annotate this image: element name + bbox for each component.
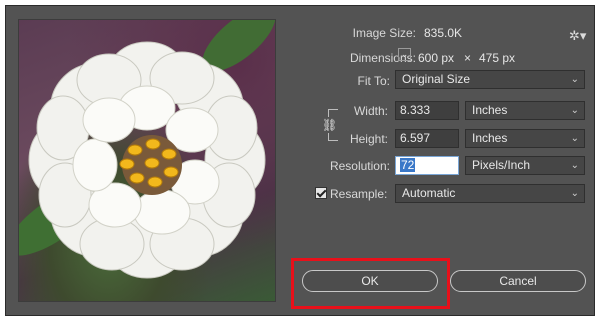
flower-image bbox=[28, 41, 266, 279]
height-value: 6.597 bbox=[400, 131, 431, 145]
resample-label: Resample: bbox=[330, 187, 388, 201]
link-icon[interactable]: ⛓ bbox=[322, 117, 337, 133]
fit-to-value: Original Size bbox=[402, 72, 471, 86]
image-size-label: Image Size: bbox=[352, 26, 416, 40]
width-unit-select[interactable]: Inches ⌄ bbox=[465, 101, 585, 120]
height-unit-select[interactable]: Inches ⌄ bbox=[465, 129, 585, 148]
fit-to-label: Fit To: bbox=[357, 74, 390, 88]
dimensions-times: × bbox=[464, 51, 472, 65]
resample-checkbox[interactable] bbox=[315, 187, 327, 199]
fit-to-select[interactable]: Original Size ⌄ bbox=[395, 70, 585, 89]
chevron-down-icon: ⌄ bbox=[570, 188, 579, 199]
resolution-label: Resolution: bbox=[329, 159, 390, 173]
width-input[interactable]: 8.333 bbox=[395, 101, 459, 120]
image-size-value: 835.0K bbox=[424, 26, 463, 40]
width-value: 8.333 bbox=[400, 103, 431, 117]
resolution-unit-select[interactable]: Pixels/Inch ⌄ bbox=[465, 156, 585, 175]
image-preview[interactable] bbox=[18, 19, 276, 302]
height-label: Height: bbox=[349, 132, 388, 146]
width-label: Width: bbox=[353, 104, 388, 118]
resolution-value: 72 bbox=[400, 158, 416, 172]
dimensions-width: 600 px bbox=[418, 51, 455, 65]
resample-select[interactable]: Automatic ⌄ bbox=[395, 184, 585, 203]
chevron-down-icon: ⌄ bbox=[570, 133, 579, 144]
image-size-dialog: ✲▾ Image Size: 835.0K Dimensions: ⌄ 600 … bbox=[5, 5, 595, 316]
dimensions-height: 475 px bbox=[479, 51, 516, 65]
chevron-down-icon[interactable]: ⌄ bbox=[398, 48, 411, 61]
height-unit-value: Inches bbox=[472, 131, 508, 145]
chevron-down-icon: ⌄ bbox=[570, 160, 579, 171]
cancel-button[interactable]: Cancel bbox=[450, 270, 586, 292]
resolution-input[interactable]: 72 bbox=[395, 156, 459, 175]
chevron-down-icon: ⌄ bbox=[570, 74, 579, 85]
width-unit-value: Inches bbox=[472, 103, 508, 117]
chevron-down-icon: ⌄ bbox=[570, 105, 579, 116]
gear-icon[interactable]: ✲▾ bbox=[569, 28, 586, 44]
ok-button[interactable]: OK bbox=[302, 270, 438, 292]
height-input[interactable]: 6.597 bbox=[395, 129, 459, 148]
resample-value: Automatic bbox=[402, 186, 456, 200]
resolution-unit-value: Pixels/Inch bbox=[472, 158, 531, 172]
